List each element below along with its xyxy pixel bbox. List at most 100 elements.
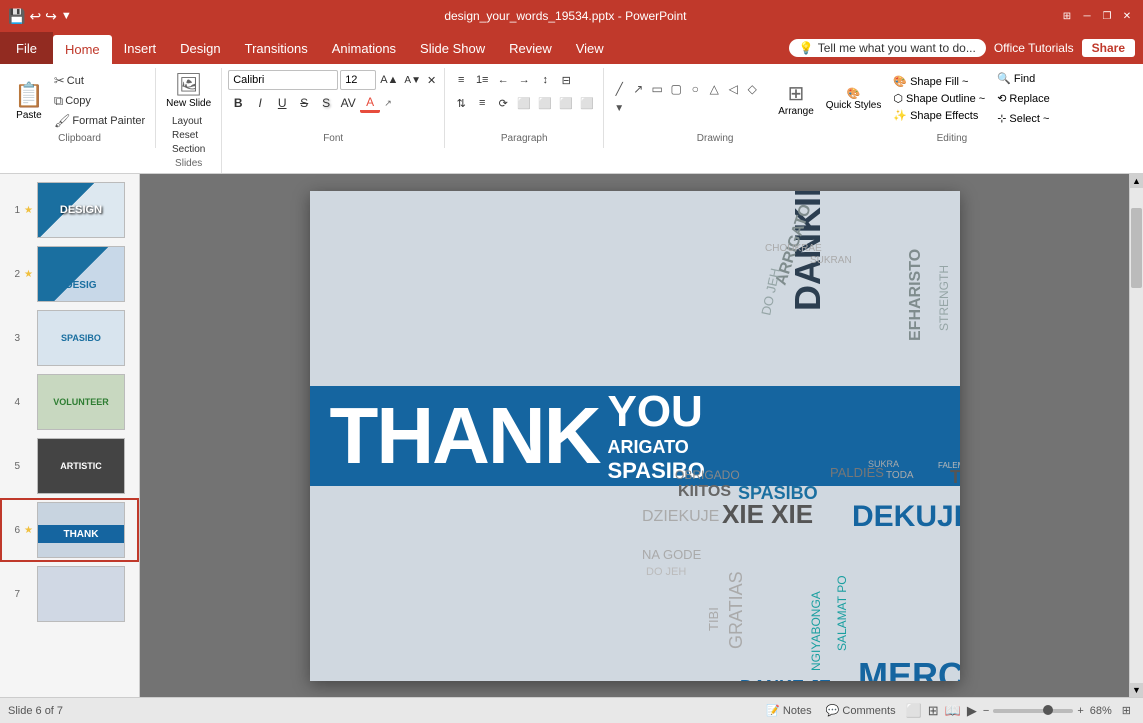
paste-button[interactable]: 📋 Paste bbox=[10, 79, 48, 123]
slide-star-5: ★ bbox=[24, 461, 33, 472]
redo-icon[interactable]: ↪ bbox=[45, 8, 57, 25]
rounded-rect-shape[interactable]: ▢ bbox=[667, 80, 685, 98]
copy-button[interactable]: ⧉ Copy bbox=[50, 92, 149, 110]
slideshow-menu-item[interactable]: Slide Show bbox=[408, 32, 497, 64]
copy-label: Copy bbox=[65, 95, 91, 107]
normal-view-button[interactable]: ⬜ bbox=[906, 703, 922, 719]
slide-item-5[interactable]: 5 ★ ARTISTIC bbox=[0, 434, 139, 498]
maximize-button[interactable]: ❐ bbox=[1099, 8, 1115, 24]
slide-item-3[interactable]: 3 ★ SPASIBO bbox=[0, 306, 139, 370]
arrange-button[interactable]: ⊞ Arrange bbox=[774, 79, 818, 119]
italic-button[interactable]: I bbox=[250, 93, 270, 113]
zoom-out-icon[interactable]: − bbox=[983, 705, 989, 717]
slide-item-1[interactable]: 1 ★ DESIGN bbox=[0, 178, 139, 242]
review-menu-item[interactable]: Review bbox=[497, 32, 564, 64]
scroll-down-button[interactable]: ▼ bbox=[1130, 683, 1143, 697]
scroll-up-button[interactable]: ▲ bbox=[1130, 174, 1143, 188]
columns-button[interactable]: ⊟ bbox=[556, 70, 576, 90]
line-spacing-button[interactable]: ↕ bbox=[535, 70, 555, 90]
text-direction-button[interactable]: ⇅ bbox=[451, 93, 471, 113]
slide-item-6[interactable]: 6 ★ THANK bbox=[0, 498, 139, 562]
triangle-shape[interactable]: △ bbox=[705, 80, 723, 98]
undo-icon[interactable]: ↩ bbox=[29, 8, 41, 25]
file-menu[interactable]: File bbox=[0, 32, 53, 64]
reading-view-button[interactable]: 📖 bbox=[945, 703, 961, 719]
restore-down-icon[interactable]: ⊞ bbox=[1059, 8, 1075, 24]
slide-sorter-button[interactable]: ⊞ bbox=[928, 703, 939, 719]
shadow-button[interactable]: S bbox=[316, 93, 336, 113]
shape-effects-button[interactable]: ✨ Shape Effects bbox=[889, 108, 989, 123]
slide-item-4[interactable]: 4 ★ VOLUNTEER bbox=[0, 370, 139, 434]
strikethrough-button[interactable]: S bbox=[294, 93, 314, 113]
align-center-button[interactable]: ⬜ bbox=[535, 93, 555, 113]
slide-canvas[interactable]: THANK YOU ARIGATO SPASIBO DANKIE EFHARIS… bbox=[310, 191, 960, 681]
bullets-button[interactable]: ≡ bbox=[451, 70, 471, 90]
view-menu-item[interactable]: View bbox=[564, 32, 616, 64]
customize-icon[interactable]: ▼ bbox=[61, 10, 72, 22]
oval-shape[interactable]: ○ bbox=[686, 80, 704, 98]
zoom-in-icon[interactable]: + bbox=[1077, 705, 1083, 717]
zoom-slider[interactable]: − + bbox=[983, 705, 1084, 717]
cut-button[interactable]: ✂ Cut bbox=[50, 72, 149, 90]
comments-button[interactable]: 💬 Comments bbox=[822, 703, 900, 718]
rtriangle-shape[interactable]: ◁ bbox=[724, 80, 742, 98]
office-tutorials-link[interactable]: Office Tutorials bbox=[994, 41, 1074, 55]
reset-button[interactable]: Reset bbox=[168, 129, 209, 142]
animations-menu-item[interactable]: Animations bbox=[320, 32, 408, 64]
replace-button[interactable]: ⟲ Replace bbox=[993, 90, 1054, 107]
insert-menu-item[interactable]: Insert bbox=[112, 32, 169, 64]
convert-smartart-button[interactable]: ⟳ bbox=[493, 93, 513, 113]
grow-font-button[interactable]: A▲ bbox=[378, 74, 400, 86]
share-button[interactable]: Share bbox=[1082, 39, 1135, 57]
save-icon[interactable]: 💾 bbox=[8, 8, 25, 25]
minimize-button[interactable]: ─ bbox=[1079, 8, 1095, 24]
select-button[interactable]: ⊹ Select ~ bbox=[993, 110, 1054, 127]
align-left-button[interactable]: ⬜ bbox=[514, 93, 534, 113]
new-slide-button[interactable]: 🖼 New Slide bbox=[162, 70, 215, 111]
shape-outline-button[interactable]: ⬡ Shape Outline ~ bbox=[889, 91, 989, 106]
right-scrollbar[interactable]: ▲ ▼ bbox=[1129, 174, 1143, 697]
clear-formatting-button[interactable]: ✕ bbox=[425, 74, 438, 87]
font-group-expand[interactable]: ↗ bbox=[382, 98, 394, 109]
rect-shape[interactable]: ▭ bbox=[648, 80, 666, 98]
slide-star-4: ★ bbox=[24, 397, 33, 408]
fit-slide-button[interactable]: ⊞ bbox=[1118, 703, 1135, 718]
underline-button[interactable]: U bbox=[272, 93, 292, 113]
numbered-list-button[interactable]: 1≡ bbox=[472, 70, 492, 90]
font-name-input[interactable] bbox=[228, 70, 338, 90]
shrink-font-button[interactable]: A▼ bbox=[402, 75, 423, 86]
slide-item-2[interactable]: 2 ★ DESIG bbox=[0, 242, 139, 306]
design-menu-item[interactable]: Design bbox=[168, 32, 232, 64]
font-color-button[interactable]: A bbox=[360, 93, 380, 113]
tell-me-input[interactable]: 💡 Tell me what you want to do... bbox=[789, 39, 986, 57]
section-button[interactable]: Section bbox=[168, 143, 209, 156]
slide-star-2: ★ bbox=[24, 269, 33, 280]
find-button[interactable]: 🔍 Find bbox=[993, 70, 1054, 87]
arrow-shape[interactable]: ↗ bbox=[629, 80, 647, 98]
close-button[interactable]: ✕ bbox=[1119, 8, 1135, 24]
diamond-shape[interactable]: ◇ bbox=[743, 80, 761, 98]
transitions-menu-item[interactable]: Transitions bbox=[233, 32, 320, 64]
decrease-indent-button[interactable]: ← bbox=[493, 70, 513, 90]
align-right-button[interactable]: ⬜ bbox=[556, 93, 576, 113]
slide-item-7[interactable]: 7 ★ bbox=[0, 562, 139, 626]
font-size-input[interactable] bbox=[340, 70, 376, 90]
layout-button[interactable]: Layout bbox=[168, 115, 209, 128]
home-menu-item[interactable]: Home bbox=[53, 35, 112, 64]
increase-indent-button[interactable]: → bbox=[514, 70, 534, 90]
quick-styles-button[interactable]: 🎨 Quick Styles bbox=[822, 85, 886, 113]
zoom-thumb[interactable] bbox=[1043, 705, 1053, 715]
slide-show-button[interactable]: ▶ bbox=[967, 703, 977, 719]
format-painter-button[interactable]: 🖌 Format Painter bbox=[50, 112, 149, 130]
align-text-button[interactable]: ≡ bbox=[472, 93, 492, 113]
shape-fill-button[interactable]: 🎨 Shape Fill ~ bbox=[889, 74, 989, 89]
scroll-thumb[interactable] bbox=[1131, 208, 1142, 288]
more-shapes[interactable]: ▼ bbox=[610, 99, 628, 117]
quick-styles-icon: 🎨 bbox=[847, 87, 861, 100]
char-spacing-button[interactable]: AV bbox=[338, 93, 358, 113]
line-shape[interactable]: ╱ bbox=[610, 80, 628, 98]
justify-button[interactable]: ⬜ bbox=[577, 93, 597, 113]
notes-label: Notes bbox=[783, 705, 812, 717]
notes-button[interactable]: 📝 Notes bbox=[762, 703, 816, 718]
bold-button[interactable]: B bbox=[228, 93, 248, 113]
